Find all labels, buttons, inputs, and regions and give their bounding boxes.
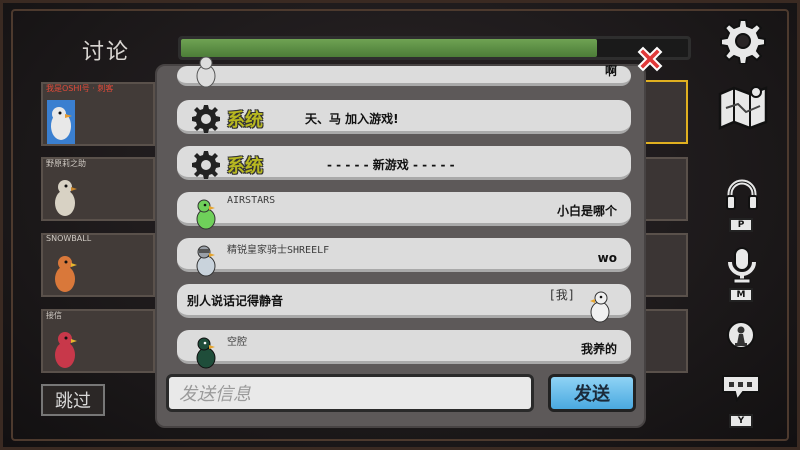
goose-avatar-icon (55, 180, 77, 216)
system-label: 系统 (227, 156, 263, 177)
player-name: 空腔 (227, 337, 247, 348)
chat-message-text: - - - - - 新游戏 - - - - - (327, 158, 455, 172)
goose-avatar-icon (196, 245, 216, 277)
chat-message-self: 别人说话记得静音 [我] (177, 284, 631, 323)
chat-input[interactable]: 发送信息 (166, 374, 534, 412)
player-name: 野原莉之助 (46, 159, 86, 168)
player-card[interactable] (643, 233, 688, 297)
chat-message-text: 天、马 加入游戏! (305, 112, 399, 126)
chat-message: 空腔 我养的 (177, 330, 631, 369)
player-card[interactable]: 野原莉之助 (41, 157, 155, 221)
player-name: 精锐皇家骑士SHREELF (227, 245, 330, 256)
chat-message-system: 系统 天、马 加入游戏! (177, 100, 631, 134)
player-card[interactable]: 接信 (41, 309, 155, 373)
chat-message-system: 系统 - - - - - 新游戏 - - - - - (177, 146, 631, 180)
chat-message: 精锐皇家骑士SHREELF wo (177, 238, 631, 277)
goose-avatar-icon (196, 56, 216, 88)
goose-avatar-icon (55, 332, 77, 368)
chat-bubble-icon[interactable] (721, 374, 761, 402)
player-name: 接信 (46, 311, 62, 320)
player-card[interactable] (643, 309, 688, 373)
goose-avatar-icon (590, 291, 610, 323)
player-card[interactable] (643, 157, 688, 221)
player-name: SNOWBALL (46, 234, 92, 243)
goose-avatar-icon (196, 337, 216, 369)
chat-message-text: wo (597, 251, 617, 265)
chat-message-text: 小白是哪个 (556, 204, 617, 218)
pawn-icon[interactable] (726, 320, 756, 356)
player-card[interactable]: SNOWBALL (41, 233, 155, 297)
self-tag: [我] (548, 288, 575, 302)
goose-avatar-icon (196, 199, 216, 230)
headphones-icon[interactable] (725, 178, 759, 212)
gear-icon (192, 105, 220, 133)
send-button[interactable]: 发送 (548, 374, 636, 412)
map-icon[interactable] (716, 84, 770, 130)
goose-avatar-icon (55, 256, 77, 292)
system-label: 系统 (227, 110, 263, 131)
microphone-icon[interactable] (727, 246, 757, 284)
chat-message-text: 啊 (604, 64, 617, 78)
discussion-timer-bar (178, 36, 691, 60)
chat-message-text: 我养的 (580, 342, 617, 356)
chat-message: 啊 (177, 56, 631, 88)
screen-title: 讨论 (82, 40, 131, 65)
player-name: 我是OSHI号 · 刺客 (46, 84, 114, 93)
gear-icon (192, 151, 220, 179)
player-name: AIRSTARS (227, 195, 276, 206)
goose-avatar-icon (47, 100, 75, 144)
player-card[interactable] (643, 80, 688, 144)
chat-message-text: 别人说话记得静音 (187, 294, 284, 308)
chat-key-badge: Y (729, 414, 753, 428)
gear-icon[interactable] (720, 18, 766, 64)
chat-message: AIRSTARS 小白是哪个 (177, 192, 631, 230)
headphones-key-badge: P (729, 218, 753, 232)
close-icon[interactable] (634, 43, 666, 75)
timer-fill (181, 39, 597, 57)
player-card[interactable]: 我是OSHI号 · 刺客 (41, 82, 155, 146)
microphone-key-badge: M (729, 288, 753, 302)
skip-vote-button[interactable]: 跳过 (41, 384, 105, 416)
